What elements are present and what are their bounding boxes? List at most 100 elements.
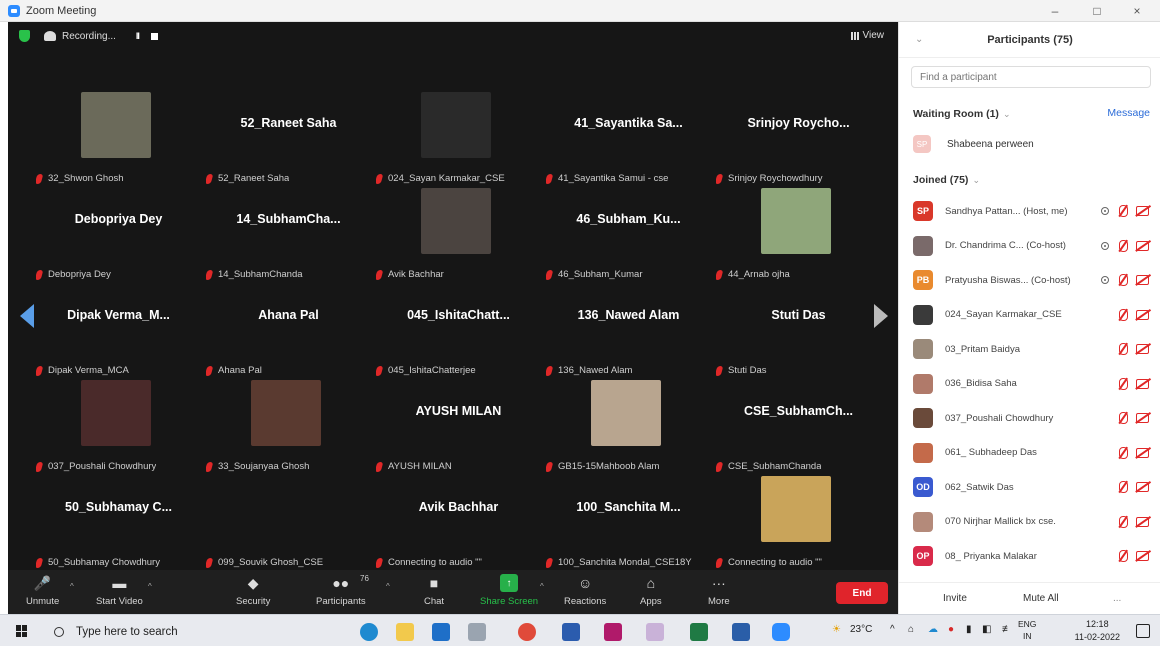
video-tile[interactable]: Srinjoy Roycho... Srinjoy Roychowdhury <box>716 92 881 188</box>
task-view-icon[interactable] <box>468 623 486 641</box>
video-tile[interactable]: Debopriya Dey Debopriya Dey <box>36 188 201 284</box>
apps-button[interactable]: ⌂ Apps <box>640 574 662 607</box>
edge-app-icon[interactable] <box>360 623 378 641</box>
security-shield-icon[interactable] <box>19 30 30 42</box>
waiting-room-header[interactable]: Waiting Room (1) ⌄ <box>913 108 1010 120</box>
microphone-muted-icon[interactable] <box>1119 274 1128 286</box>
participant-row[interactable]: 061_ Subhadeep Das <box>913 442 1149 464</box>
video-tile[interactable]: AYUSH MILAN AYUSH MILAN <box>376 380 541 476</box>
video-off-icon[interactable] <box>1136 206 1149 216</box>
waiting-participant-row[interactable]: SP Shabeena perween <box>913 135 1034 153</box>
zoom-taskbar-icon[interactable] <box>772 623 790 641</box>
message-waiting-room-link[interactable]: Message <box>1107 107 1150 119</box>
video-tile[interactable]: 33_Soujanyaa Ghosh <box>206 380 371 476</box>
reactions-button[interactable]: ☺ Reactions <box>564 574 606 607</box>
microphone-muted-icon[interactable] <box>1119 205 1128 217</box>
photos-app-icon[interactable] <box>732 623 750 641</box>
participants-button[interactable]: ●● Participants <box>316 574 366 607</box>
video-tile[interactable]: Ahana Pal Ahana Pal <box>206 284 371 380</box>
video-tile[interactable]: 50_Subhamay C... 50_Subhamay Chowdhury <box>36 476 201 572</box>
word-app-icon[interactable] <box>562 623 580 641</box>
video-off-icon[interactable] <box>1136 275 1149 285</box>
video-off-icon[interactable] <box>1136 309 1149 320</box>
microphone-muted-icon[interactable] <box>1119 550 1128 562</box>
video-off-icon[interactable] <box>1136 378 1149 389</box>
file-explorer-icon[interactable] <box>396 623 414 641</box>
video-tile[interactable]: Connecting to audio "" <box>716 476 881 572</box>
video-tile[interactable]: 44_Arnab ojha <box>716 188 881 284</box>
windows-start-icon[interactable] <box>16 625 28 637</box>
audio-options-caret[interactable]: ^ <box>70 582 74 591</box>
video-off-icon[interactable] <box>1136 344 1149 354</box>
network-icon[interactable]: ⌂ <box>908 624 914 635</box>
video-tile[interactable]: Avik Bachhar Connecting to audio "" <box>376 476 541 572</box>
more-options-button[interactable]: ... <box>1113 593 1121 604</box>
participant-row[interactable]: Dr. Chandrima C... (Co-host) <box>913 235 1149 257</box>
microphone-muted-icon[interactable] <box>1119 343 1128 355</box>
video-tile[interactable]: GB15-15Mahboob Alam <box>546 380 711 476</box>
volume-icon[interactable]: ◧ <box>982 624 991 635</box>
find-participant-input[interactable] <box>911 66 1151 88</box>
participant-row[interactable]: 037_Poushali Chowdhury <box>913 407 1149 429</box>
video-tile[interactable]: 099_Souvik Ghosh_CSE <box>206 476 371 572</box>
video-tile[interactable]: Avik Bachhar <box>376 188 541 284</box>
battery-icon[interactable]: ▮ <box>966 624 972 635</box>
minimize-button[interactable]: – <box>1038 0 1072 22</box>
participant-row[interactable]: OD 062_Satwik Das <box>913 476 1149 498</box>
maximize-button[interactable]: □ <box>1080 0 1114 22</box>
video-off-icon[interactable] <box>1136 447 1149 458</box>
video-tile[interactable]: 100_Sanchita M... 100_Sanchita Mondal_CSE… <box>546 476 711 572</box>
excel-app-icon[interactable] <box>690 623 708 641</box>
participants-options-caret[interactable]: ^ <box>386 582 390 591</box>
close-button[interactable]: × <box>1120 0 1154 22</box>
video-tile[interactable]: 045_IshitaChatt... 045_IshitaChatterjee <box>376 284 541 380</box>
video-tile[interactable]: 024_Sayan Karmakar_CSE <box>376 92 541 188</box>
microphone-muted-icon[interactable] <box>1119 308 1128 321</box>
video-tile[interactable]: 037_Poushali Chowdhury <box>36 380 201 476</box>
share-screen-button[interactable]: ↑ Share Screen <box>480 574 538 607</box>
chat-button[interactable]: ■ Chat <box>424 574 444 607</box>
video-tile[interactable]: 32_Shwon Ghosh <box>36 92 201 188</box>
mail-app-icon[interactable] <box>432 623 450 641</box>
video-tile[interactable]: Dipak Verma_M... Dipak Verma_MCA <box>36 284 201 380</box>
video-off-icon[interactable] <box>1136 551 1149 561</box>
end-meeting-button[interactable]: End <box>836 582 888 604</box>
language-indicator[interactable]: ENG IN <box>1018 618 1036 642</box>
start-video-button[interactable]: ▬ Start Video <box>96 574 143 607</box>
participant-row[interactable]: SP Sandhya Pattan... (Host, me) <box>913 200 1149 222</box>
video-off-icon[interactable] <box>1136 240 1149 251</box>
participant-row[interactable]: 03_Pritam Baidya <box>913 338 1149 360</box>
more-button[interactable]: ··· More <box>708 574 730 607</box>
video-tile[interactable]: 46_Subham_Ku... 46_Subham_Kumar <box>546 188 711 284</box>
taskbar-search[interactable]: Type here to search <box>48 621 300 643</box>
video-off-icon[interactable] <box>1136 482 1149 492</box>
chrome-app-icon[interactable] <box>518 623 536 641</box>
microphone-muted-icon[interactable] <box>1119 239 1128 252</box>
onedrive-icon[interactable]: ☁ <box>928 624 938 635</box>
system-clock[interactable]: 12:18 11-02-2022 <box>1075 618 1120 644</box>
participant-row[interactable]: OP 08_ Priyanka Malakar <box>913 545 1149 567</box>
show-hidden-icons-caret[interactable]: ^ <box>890 624 895 635</box>
microphone-muted-icon[interactable] <box>1119 515 1128 528</box>
video-off-icon[interactable] <box>1136 413 1149 423</box>
stop-recording-button[interactable] <box>150 32 158 40</box>
paint-app-icon[interactable] <box>646 623 664 641</box>
video-off-icon[interactable] <box>1136 516 1149 527</box>
participant-row[interactable]: 024_Sayan Karmakar_CSE <box>913 304 1149 326</box>
invite-button[interactable]: Invite <box>943 593 967 604</box>
video-tile[interactable]: Stuti Das Stuti Das <box>716 284 881 380</box>
input-method-icon[interactable]: ≢ <box>1002 624 1012 635</box>
security-tray-icon[interactable]: ● <box>948 624 954 635</box>
security-button[interactable]: ◆ Security <box>236 574 270 608</box>
video-tile[interactable]: 14_SubhamCha... 14_SubhamChanda <box>206 188 371 284</box>
video-tile[interactable]: CSE_SubhamCh... CSE_SubhamChanda <box>716 380 881 476</box>
microphone-muted-icon[interactable] <box>1119 412 1128 424</box>
microphone-muted-icon[interactable] <box>1119 481 1128 493</box>
video-tile[interactable]: 136_Nawed Alam 136_Nawed Alam <box>546 284 711 380</box>
participant-row[interactable]: 036_Bidisa Saha <box>913 373 1149 395</box>
pause-recording-button[interactable]: II <box>136 31 140 41</box>
visual-studio-icon[interactable] <box>604 623 622 641</box>
share-options-caret[interactable]: ^ <box>540 582 544 591</box>
notifications-icon[interactable] <box>1136 624 1150 638</box>
microphone-muted-icon[interactable] <box>1119 446 1128 459</box>
